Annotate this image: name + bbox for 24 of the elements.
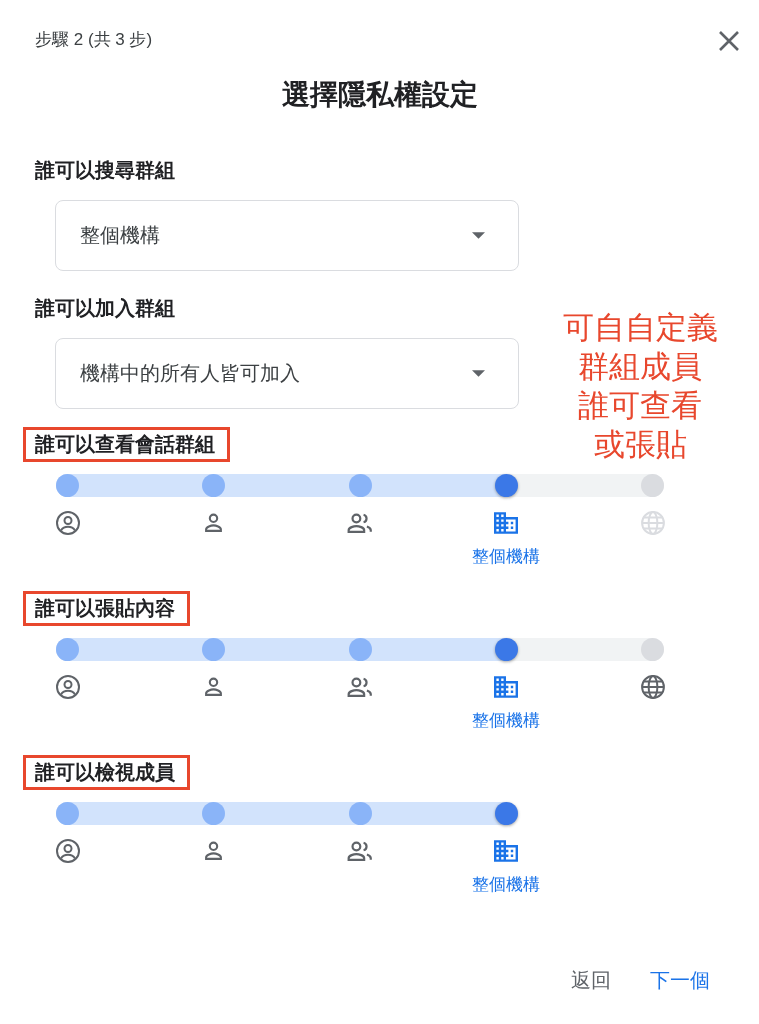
step-indicator: 步驟 2 (共 3 步) [35,29,153,51]
slider-stop[interactable] [641,637,665,661]
stop-label: 整個機構 [472,547,541,567]
next-button[interactable]: 下一個 [638,960,722,1000]
field-label: 誰可以加入群組 [35,296,175,321]
dropdown[interactable]: 整個機構 [55,200,519,271]
section-label: 誰可以檢視成員 [35,761,175,784]
back-button[interactable]: 返回 [559,960,623,1000]
close-icon [718,30,740,52]
section-label: 誰可以張貼內容 [35,597,175,620]
stop-label: 整個機構 [472,875,541,895]
dialog-title: 選擇隱私權設定 [281,78,478,112]
annotation-text: 可自自定義 群組成員 誰可查看 或張貼 [561,309,719,464]
slider-stop[interactable] [56,801,79,825]
dropdown[interactable]: 機構中的所有人皆可加入 [55,338,519,409]
slider-stop[interactable] [56,637,79,661]
field-label: 誰可以搜尋群組 [35,158,175,183]
caret-icon [472,232,485,239]
slider-track[interactable] [56,473,665,497]
section-label: 誰可以查看會話群組 [35,433,215,456]
stop-label: 整個機構 [472,711,541,731]
caret-icon [472,370,485,377]
slider-track[interactable] [56,637,665,661]
slider-stop[interactable] [56,473,79,497]
